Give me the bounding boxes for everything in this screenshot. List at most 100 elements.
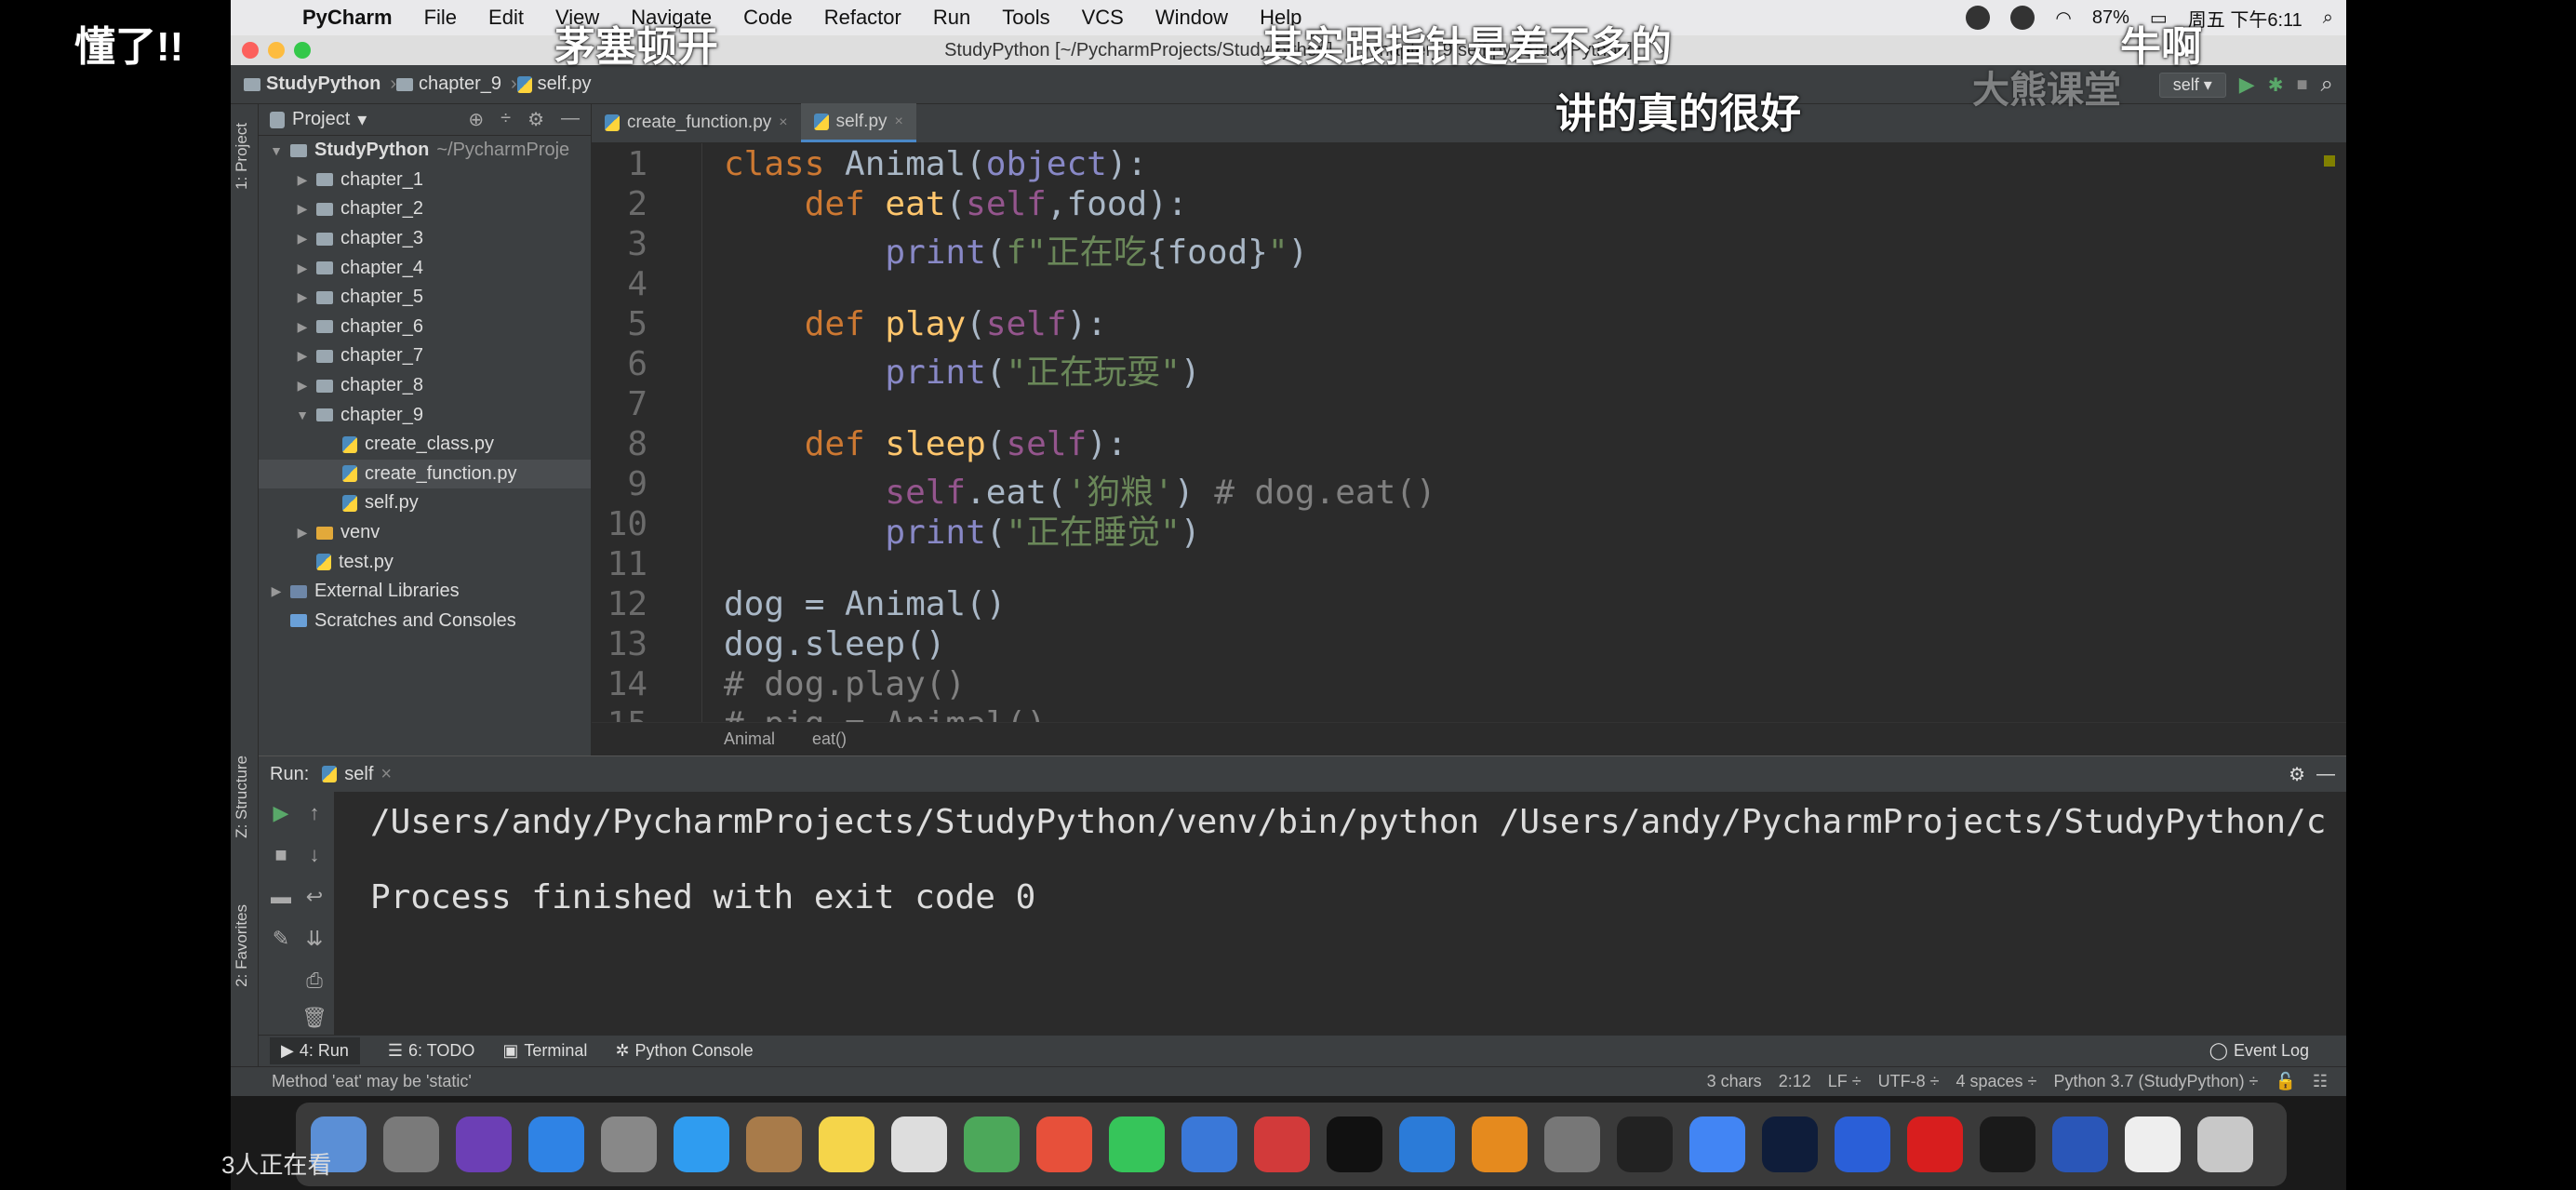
dock-app-icon[interactable] (819, 1116, 874, 1172)
tree-item[interactable]: ▶ chapter_5 (259, 283, 591, 313)
dock-app-icon[interactable] (1689, 1116, 1745, 1172)
breadcrumb-class[interactable]: Animal (724, 729, 775, 749)
chevron-icon[interactable]: ▶ (296, 231, 309, 247)
run-console-output[interactable]: /Users/andy/PycharmProjects/StudyPython/… (342, 792, 2328, 1024)
line-number[interactable]: 2 (592, 185, 647, 223)
dock-app-icon[interactable] (964, 1116, 1020, 1172)
line-number[interactable]: 11 (592, 545, 647, 583)
dock-app-icon[interactable] (2197, 1116, 2253, 1172)
status-encoding[interactable]: UTF-8 ÷ (1878, 1072, 1940, 1091)
dock-app-icon[interactable] (1544, 1116, 1600, 1172)
dock-app-icon[interactable] (1181, 1116, 1237, 1172)
search-everywhere-icon[interactable]: ⌕ (2321, 72, 2333, 98)
chevron-icon[interactable]: ▶ (270, 583, 283, 599)
status-indent[interactable]: 4 spaces ÷ (1956, 1072, 2037, 1091)
menu-code[interactable]: Code (727, 6, 808, 30)
dock-app-icon[interactable] (1399, 1116, 1455, 1172)
dock-app-icon[interactable] (746, 1116, 802, 1172)
wifi-icon[interactable]: ◠ (2055, 7, 2071, 30)
stop-icon[interactable]: ■ (2296, 74, 2307, 96)
stop-icon[interactable]: ■ (262, 843, 300, 871)
tree-item[interactable]: ▶ chapter_2 (259, 194, 591, 224)
crumb-project[interactable]: StudyPython (244, 74, 380, 95)
code-line[interactable]: 8 def sleep(self): (592, 425, 2346, 465)
code-line[interactable]: 4 (592, 265, 2346, 305)
chevron-icon[interactable]: ▼ (296, 408, 309, 422)
chevron-down-icon[interactable]: ▾ (357, 108, 367, 131)
event-log-button[interactable]: ◯ Event Log (2209, 1041, 2309, 1061)
line-number[interactable]: 6 (592, 345, 647, 383)
line-number[interactable]: 7 (592, 385, 647, 423)
code-line[interactable]: 13 dog.sleep() (592, 625, 2346, 665)
line-number[interactable]: 15 (592, 705, 647, 722)
dock-app-icon[interactable] (1762, 1116, 1818, 1172)
code-line[interactable]: 2 def eat(self,food): (592, 185, 2346, 225)
menu-edit[interactable]: Edit (473, 6, 540, 30)
hat-icon[interactable] (1966, 6, 1991, 30)
tree-item[interactable]: test.py (259, 547, 591, 577)
dock-app-icon[interactable] (1835, 1116, 1890, 1172)
tree-item[interactable]: ▶ chapter_6 (259, 313, 591, 342)
code-line[interactable]: 10 print("正在睡觉") (592, 505, 2346, 552)
tree-item[interactable]: ▶ chapter_4 (259, 253, 591, 283)
run-configuration-select[interactable]: self ▾ (2158, 72, 2226, 98)
line-number[interactable]: 5 (592, 305, 647, 343)
status-line-separator[interactable]: LF ÷ (1828, 1072, 1862, 1091)
chevron-icon[interactable]: ▶ (296, 348, 309, 364)
line-number[interactable]: 1 (592, 145, 647, 183)
tree-item[interactable]: ▼ StudyPython ~/PycharmProje (259, 136, 591, 166)
qq-icon[interactable] (2010, 6, 2035, 30)
breadcrumb-method[interactable]: eat() (812, 729, 847, 749)
close-icon[interactable]: × (380, 764, 392, 785)
line-number[interactable]: 10 (592, 505, 647, 543)
locate-icon[interactable]: ⊕ (468, 108, 484, 131)
debug-icon[interactable]: ✱ (2268, 74, 2284, 97)
chevron-icon[interactable]: ▶ (296, 525, 309, 541)
collapse-icon[interactable]: ÷ (501, 108, 511, 131)
status-caret-position[interactable]: 2:12 (1779, 1072, 1811, 1091)
line-number[interactable]: 14 (592, 665, 647, 703)
line-number[interactable]: 13 (592, 625, 647, 663)
rerun-icon[interactable]: ▶ (262, 801, 300, 829)
dock-app-icon[interactable] (1109, 1116, 1165, 1172)
dock-app-icon[interactable] (1472, 1116, 1528, 1172)
chevron-icon[interactable]: ▼ (270, 143, 283, 158)
dock-app-icon[interactable] (1254, 1116, 1310, 1172)
run-icon[interactable]: ▶ (2239, 73, 2255, 97)
code-line[interactable]: 6 print("正在玩耍") (592, 345, 2346, 392)
status-interpreter[interactable]: Python 3.7 (StudyPython) ÷ (2053, 1072, 2258, 1091)
dock-app-icon[interactable] (528, 1116, 584, 1172)
down-arrow-icon[interactable]: ↓ (296, 843, 333, 871)
tree-item[interactable]: ▶ chapter_3 (259, 224, 591, 254)
menu-tools[interactable]: Tools (986, 6, 1065, 30)
search-icon[interactable]: ⌕ (2323, 7, 2333, 29)
code-line[interactable]: 12 dog = Animal() (592, 585, 2346, 625)
close-icon[interactable]: × (895, 114, 903, 130)
dock-app-icon[interactable] (2125, 1116, 2181, 1172)
tree-item[interactable]: ▶ External Libraries (259, 577, 591, 607)
up-arrow-icon[interactable]: ↑ (296, 801, 333, 829)
dock-app-icon[interactable] (1036, 1116, 1092, 1172)
code-line[interactable]: 1 class Animal(object): (592, 145, 2346, 185)
editor-tab[interactable]: self.py × (800, 103, 916, 142)
editor-tab[interactable]: create_function.py × (592, 103, 801, 142)
hide-icon[interactable]: — (2316, 764, 2335, 785)
menubar-clock[interactable]: 周五 下午6:11 (2188, 5, 2302, 32)
soft-wrap-icon[interactable]: ↩ (296, 885, 333, 913)
tree-item[interactable]: ▶ chapter_8 (259, 371, 591, 401)
code-line[interactable]: 9 self.eat('狗粮') # dog.eat() (592, 465, 2346, 512)
line-number[interactable]: 9 (592, 465, 647, 503)
line-number[interactable]: 4 (592, 265, 647, 303)
crumb-file[interactable]: self.py (516, 74, 591, 95)
tab-python-console[interactable]: ✲ Python Console (615, 1041, 753, 1061)
code-line[interactable]: 7 (592, 385, 2346, 425)
layout-icon[interactable]: ▬ (262, 885, 300, 913)
tab-todo[interactable]: ☰ 6: TODO (388, 1041, 475, 1061)
pin-icon[interactable]: ✎ (262, 927, 300, 955)
gear-icon[interactable]: ⚙ (527, 108, 544, 131)
code-line[interactable]: 5 def play(self): (592, 305, 2346, 345)
tree-item[interactable]: ▶ chapter_7 (259, 341, 591, 371)
lock-icon[interactable]: 🔓 (2275, 1072, 2295, 1091)
code-line[interactable]: 14 # dog.play() (592, 665, 2346, 705)
line-number[interactable]: 3 (592, 225, 647, 263)
